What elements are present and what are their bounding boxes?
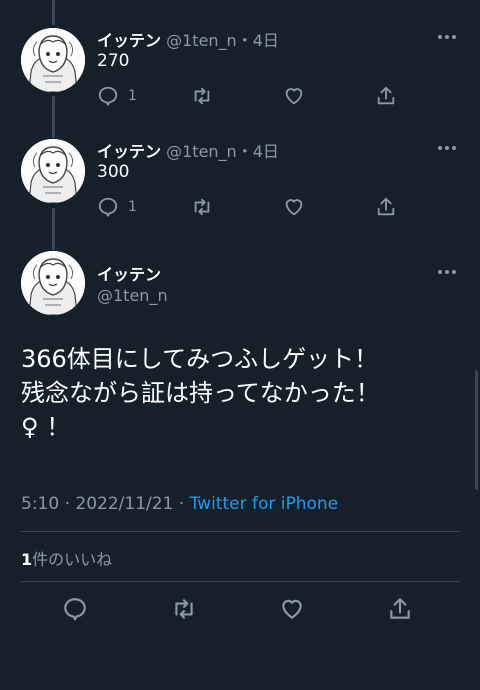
- like-button[interactable]: [279, 594, 305, 624]
- avatar[interactable]: [21, 139, 85, 203]
- reply-count: 1: [128, 199, 137, 215]
- user-handle[interactable]: @1ten_n: [166, 142, 237, 161]
- scrollbar[interactable]: [475, 370, 478, 490]
- more-icon[interactable]: [438, 33, 458, 41]
- reply-button[interactable]: 1: [97, 84, 137, 108]
- user-handle[interactable]: @1ten_n: [166, 31, 237, 50]
- avatar[interactable]: [21, 28, 85, 92]
- divider: [21, 581, 460, 582]
- retweet-icon: [194, 87, 210, 105]
- likes-label: 件のいいね: [32, 550, 113, 569]
- tweet-header: イッテン @1ten_n・4日: [97, 138, 279, 162]
- divider: [21, 531, 460, 532]
- retweet-button[interactable]: [190, 195, 214, 219]
- share-button[interactable]: [375, 84, 397, 108]
- share-icon: [377, 197, 395, 216]
- reply-button[interactable]: 1: [97, 195, 137, 219]
- share-button[interactable]: [375, 195, 397, 219]
- reply-count: 1: [128, 88, 137, 104]
- thread-line: [52, 96, 55, 138]
- more-icon[interactable]: [438, 268, 458, 276]
- reply-icon: [98, 86, 118, 106]
- tweet-text-line: 366体目にしてみつふしゲット！: [21, 345, 379, 373]
- likes-summary[interactable]: 1件のいいね: [21, 546, 112, 570]
- tweet-body: 366体目にしてみつふしゲット！ 残念ながら証は持ってなかった！ ♀ ！: [21, 342, 461, 444]
- tweet-header: イッテン @1ten_n・4日: [97, 27, 279, 51]
- tweet-actions: 1: [97, 84, 407, 108]
- like-icon: [282, 599, 302, 619]
- tweet-time[interactable]: ・4日: [237, 31, 279, 50]
- tweet-text: 300: [97, 162, 130, 182]
- tweet-time[interactable]: ・4日: [237, 142, 279, 161]
- like-count: 1: [21, 550, 33, 569]
- reply-icon: [64, 598, 86, 621]
- avatar[interactable]: [21, 251, 85, 315]
- display-name[interactable]: イッテン: [97, 261, 161, 285]
- tweet-actions: 1: [97, 195, 407, 219]
- reply-button[interactable]: [62, 594, 88, 624]
- tweet-source-link[interactable]: Twitter for iPhone: [190, 494, 339, 514]
- thread-line: [52, 0, 55, 25]
- share-icon: [377, 86, 395, 105]
- like-button[interactable]: [283, 84, 305, 108]
- share-icon: [390, 598, 410, 619]
- reply-icon: [98, 197, 118, 217]
- tweet-text-line: ♀ ！: [21, 413, 71, 441]
- tweet-timestamp[interactable]: 5:10 · 2022/11/21 ·: [21, 494, 190, 514]
- tweet-meta: 5:10 · 2022/11/21 · Twitter for iPhone: [21, 494, 338, 514]
- tweet-text-line: 残念ながら証は持ってなかった！: [21, 379, 380, 407]
- more-icon[interactable]: [438, 144, 458, 152]
- like-button[interactable]: [283, 195, 305, 219]
- like-icon: [285, 199, 303, 216]
- display-name[interactable]: イッテン: [97, 31, 161, 50]
- main-tweet-actions: [0, 594, 480, 624]
- tweet-text: 270: [97, 51, 130, 71]
- retweet-icon: [175, 599, 193, 619]
- share-button[interactable]: [387, 594, 413, 624]
- display-name[interactable]: イッテン: [97, 142, 161, 161]
- retweet-button[interactable]: [190, 84, 214, 108]
- retweet-icon: [194, 198, 210, 216]
- thread-line: [52, 208, 55, 250]
- retweet-button[interactable]: [170, 594, 198, 624]
- like-icon: [285, 88, 303, 105]
- user-handle[interactable]: @1ten_n: [97, 286, 168, 305]
